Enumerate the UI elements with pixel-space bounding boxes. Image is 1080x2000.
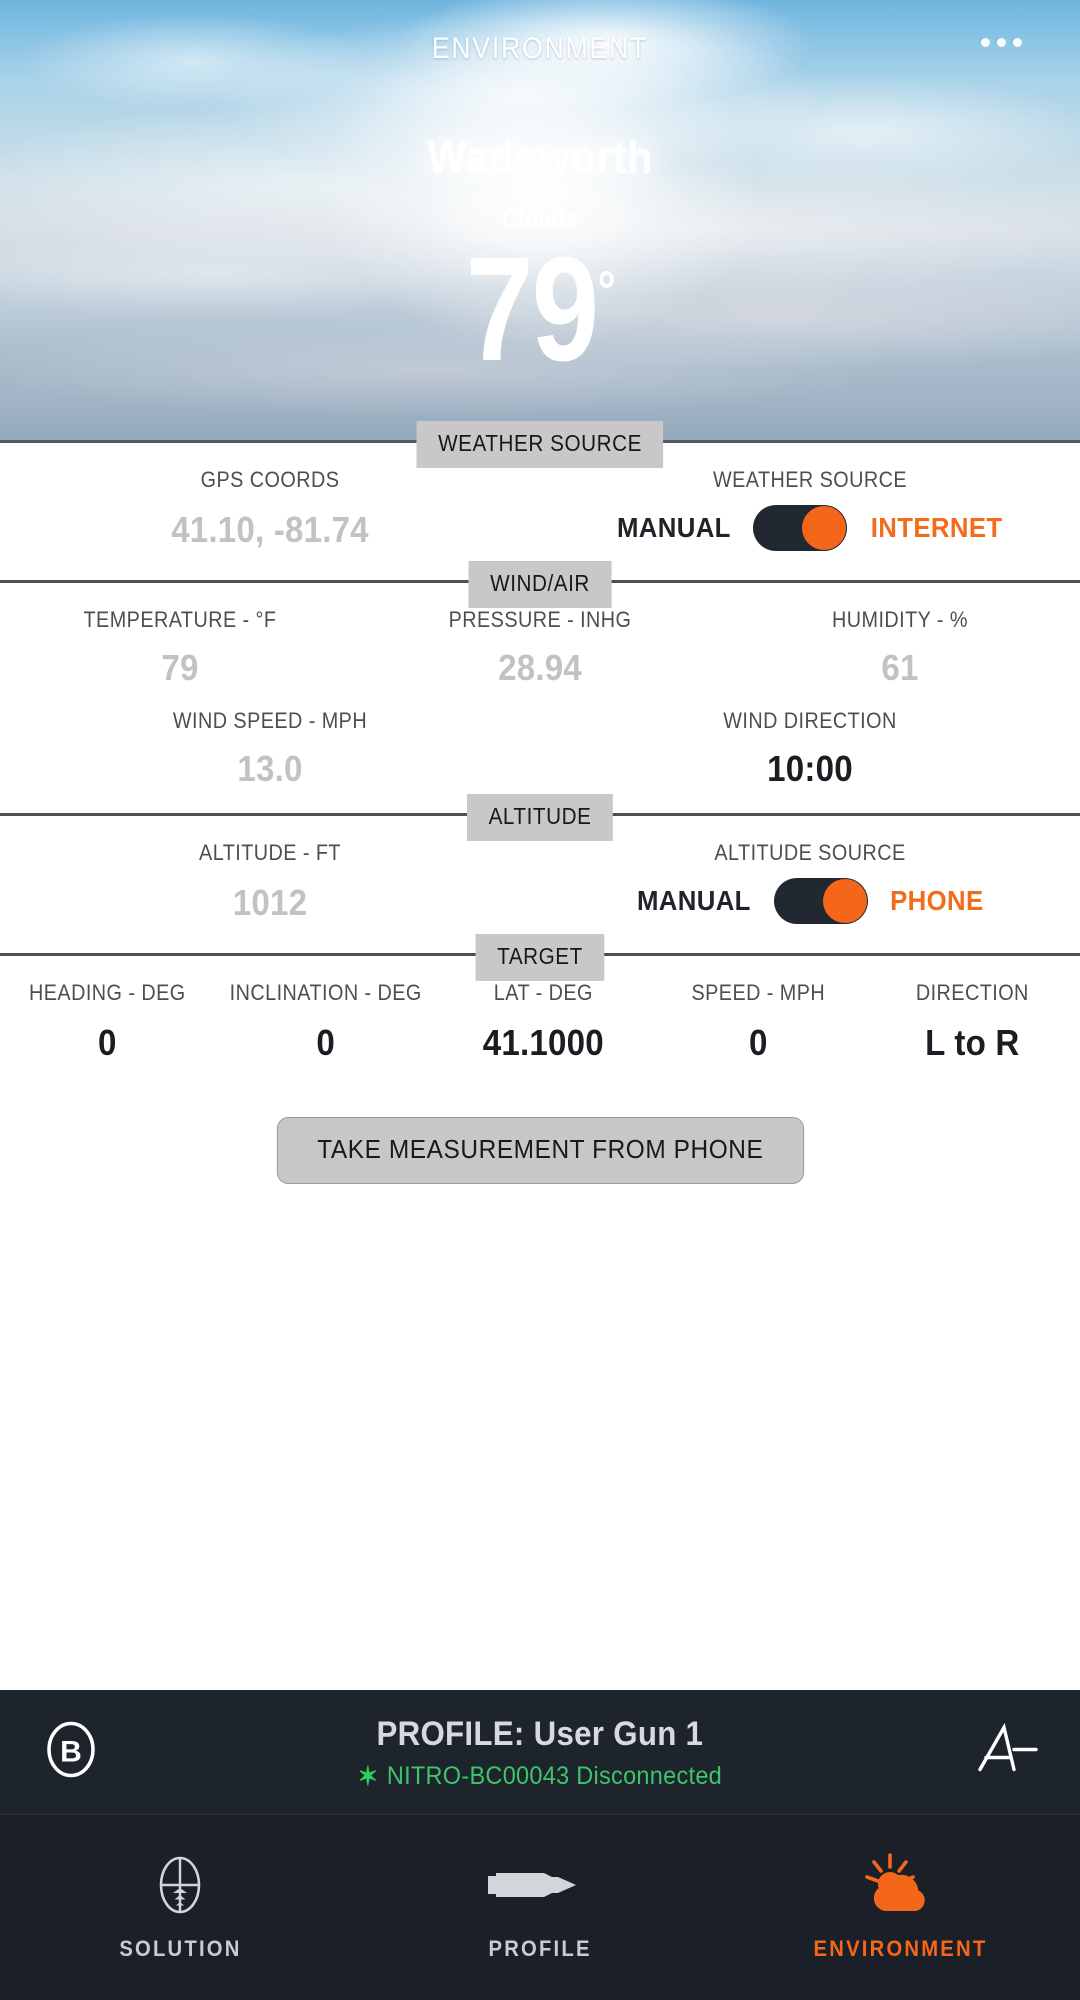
weather-source-toggle-group[interactable]: MANUAL INTERNET (544, 505, 1076, 551)
target-column-label: DIRECTION (916, 980, 1030, 1005)
page-title: ENVIRONMENT (431, 32, 649, 65)
weather-source-toggle-right-label[interactable]: INTERNET (871, 512, 1003, 544)
target-column-value: 0 (316, 1022, 335, 1063)
section-divider-weather-source: WEATHER SOURCE (0, 421, 1080, 468)
wind-direction-cell[interactable]: WIND DIRECTION 10:00 (540, 708, 1080, 791)
degree-symbol: ° (597, 258, 615, 322)
altitude-label: ALTITUDE - FT (199, 840, 341, 865)
section-chip-weather-source: WEATHER SOURCE (416, 421, 664, 468)
gps-coords-label: GPS COORDS (200, 467, 340, 492)
profile-status-bar: B PROFILE: User Gun 1 ✶ NITRO-BC00043 Di… (0, 1690, 1080, 1814)
take-measurement-button[interactable]: TAKE MEASUREMENT FROM PHONE (276, 1117, 804, 1184)
altitude-value: 1012 (232, 882, 308, 923)
wind-speed-cell[interactable]: WIND SPEED - MPH 13.0 (0, 708, 540, 791)
target-row: HEADING - DEG 0 INCLINATION - DEG 0 LAT … (0, 980, 1080, 1065)
bluetooth-icon: ✶ (357, 1761, 379, 1792)
bluetooth-status-text: NITRO-BC00043 Disconnected (387, 1761, 723, 1790)
target-column-label: INCLINATION - DEG (229, 980, 422, 1005)
pressure-label: PRESSURE - INHG (448, 607, 632, 632)
weather-source-toggle-left-label[interactable]: MANUAL (616, 512, 730, 544)
nav-item-environment[interactable]: ENVIRONMENT (720, 1815, 1080, 2000)
pressure-cell[interactable]: PRESSURE - INHG 28.94 (360, 607, 720, 690)
wind-air-row-1: TEMPERATURE - °F 79 PRESSURE - INHG 28.9… (0, 607, 1080, 690)
sun-cloud-icon (857, 1852, 943, 1916)
svg-text:B: B (60, 1736, 82, 1769)
weather-city-name: Wadsworth (427, 131, 653, 183)
weather-hero: ENVIRONMENT Wadsworth Clouds 79° (0, 0, 1080, 440)
section-chip-target: TARGET (475, 934, 605, 981)
more-options-icon[interactable] (981, 38, 1022, 47)
nav-item-solution[interactable]: SOLUTION (0, 1815, 360, 2000)
weather-source-row: GPS COORDS 41.10, -81.74 WEATHER SOURCE … (0, 467, 1080, 552)
target-column[interactable]: LAT - DEG 41.1000 (436, 980, 651, 1065)
target-column[interactable]: SPEED - MPH 0 (651, 980, 866, 1065)
gps-coords-cell[interactable]: GPS COORDS 41.10, -81.74 (0, 467, 540, 552)
wind-direction-label: WIND DIRECTION (723, 708, 897, 733)
wind-air-row-2: WIND SPEED - MPH 13.0 WIND DIRECTION 10:… (0, 708, 1080, 791)
nav-label-profile: PROFILE (488, 1935, 592, 1961)
target-column[interactable]: INCLINATION - DEG 0 (215, 980, 436, 1065)
humidity-label: HUMIDITY - % (832, 607, 968, 632)
target-column-value: 0 (748, 1022, 768, 1063)
temperature-cell[interactable]: TEMPERATURE - °F 79 (0, 607, 360, 690)
toggle-knob (802, 506, 847, 550)
wind-direction-value: 10:00 (767, 748, 853, 789)
target-column-value: 41.1000 (482, 1022, 604, 1063)
altitude-toggle-right-label[interactable]: PHONE (890, 885, 983, 917)
action-button-row: TAKE MEASUREMENT FROM PHONE (0, 1117, 1080, 1184)
section-divider-target: TARGET (0, 934, 1080, 981)
toggle-knob (823, 879, 868, 923)
altitude-source-toggle[interactable] (774, 878, 869, 924)
bottom-navigation: SOLUTION PROFILE ENVIRONMENT (0, 1814, 1080, 2000)
altitude-source-label: ALTITUDE SOURCE (714, 840, 906, 865)
section-divider-wind-air: WIND/AIR (0, 561, 1080, 608)
altitude-source-cell: ALTITUDE SOURCE MANUAL PHONE (540, 840, 1080, 925)
target-column-label: SPEED - MPH (691, 980, 825, 1005)
section-chip-wind-air: WIND/AIR (468, 561, 612, 608)
altitude-toggle-left-label[interactable]: MANUAL (637, 885, 751, 917)
target-column[interactable]: DIRECTION L to R (865, 980, 1080, 1065)
weather-temperature: 79° (97, 232, 983, 387)
nav-label-environment: ENVIRONMENT (813, 1935, 987, 1961)
target-column-label: HEADING - DEG (29, 980, 186, 1005)
applied-ballistics-logo (970, 1720, 1040, 1785)
section-chip-altitude: ALTITUDE (466, 794, 614, 841)
content-spacer (0, 1184, 1080, 1690)
nav-label-solution: SOLUTION (118, 1935, 242, 1961)
bullet-cartridge-icon (484, 1854, 596, 1916)
weather-source-cell: WEATHER SOURCE MANUAL INTERNET (540, 467, 1080, 552)
wind-speed-value: 13.0 (237, 748, 303, 789)
target-column-label: LAT - DEG (493, 980, 593, 1005)
section-divider-altitude: ALTITUDE (0, 794, 1080, 841)
scope-reticle-icon (150, 1854, 210, 1916)
temperature-number: 79 (465, 227, 599, 392)
nav-item-profile[interactable]: PROFILE (360, 1815, 720, 2000)
gps-coords-value: 41.10, -81.74 (171, 509, 369, 550)
bluetooth-status-row[interactable]: ✶ NITRO-BC00043 Disconnected (358, 1762, 722, 1791)
humidity-value: 61 (881, 647, 919, 688)
target-panel: HEADING - DEG 0 INCLINATION - DEG 0 LAT … (0, 956, 1080, 1184)
weather-source-toggle[interactable] (753, 505, 848, 551)
pressure-value: 28.94 (498, 647, 582, 688)
profile-info[interactable]: PROFILE: User Gun 1 ✶ NITRO-BC00043 Disc… (346, 1713, 734, 1791)
target-column-value: 0 (98, 1022, 117, 1063)
humidity-cell[interactable]: HUMIDITY - % 61 (720, 607, 1080, 690)
altitude-cell[interactable]: ALTITUDE - FT 1012 (0, 840, 540, 925)
b-circle-logo-icon[interactable]: B (42, 1721, 100, 1784)
weather-source-label: WEATHER SOURCE (712, 467, 908, 492)
temperature-value: 79 (161, 647, 199, 688)
altitude-source-toggle-group[interactable]: MANUAL PHONE (544, 878, 1076, 924)
app-screen: ENVIRONMENT Wadsworth Clouds 79° WEATHER… (0, 0, 1080, 2000)
target-column-value: L to R (925, 1022, 1020, 1063)
altitude-row: ALTITUDE - FT 1012 ALTITUDE SOURCE MANUA… (0, 840, 1080, 925)
wind-air-panel: TEMPERATURE - °F 79 PRESSURE - INHG 28.9… (0, 583, 1080, 813)
profile-name-text: PROFILE: User Gun 1 (376, 1715, 704, 1754)
target-column[interactable]: HEADING - DEG 0 (0, 980, 215, 1065)
temperature-label: TEMPERATURE - °F (83, 607, 277, 632)
wind-speed-label: WIND SPEED - MPH (172, 708, 368, 733)
